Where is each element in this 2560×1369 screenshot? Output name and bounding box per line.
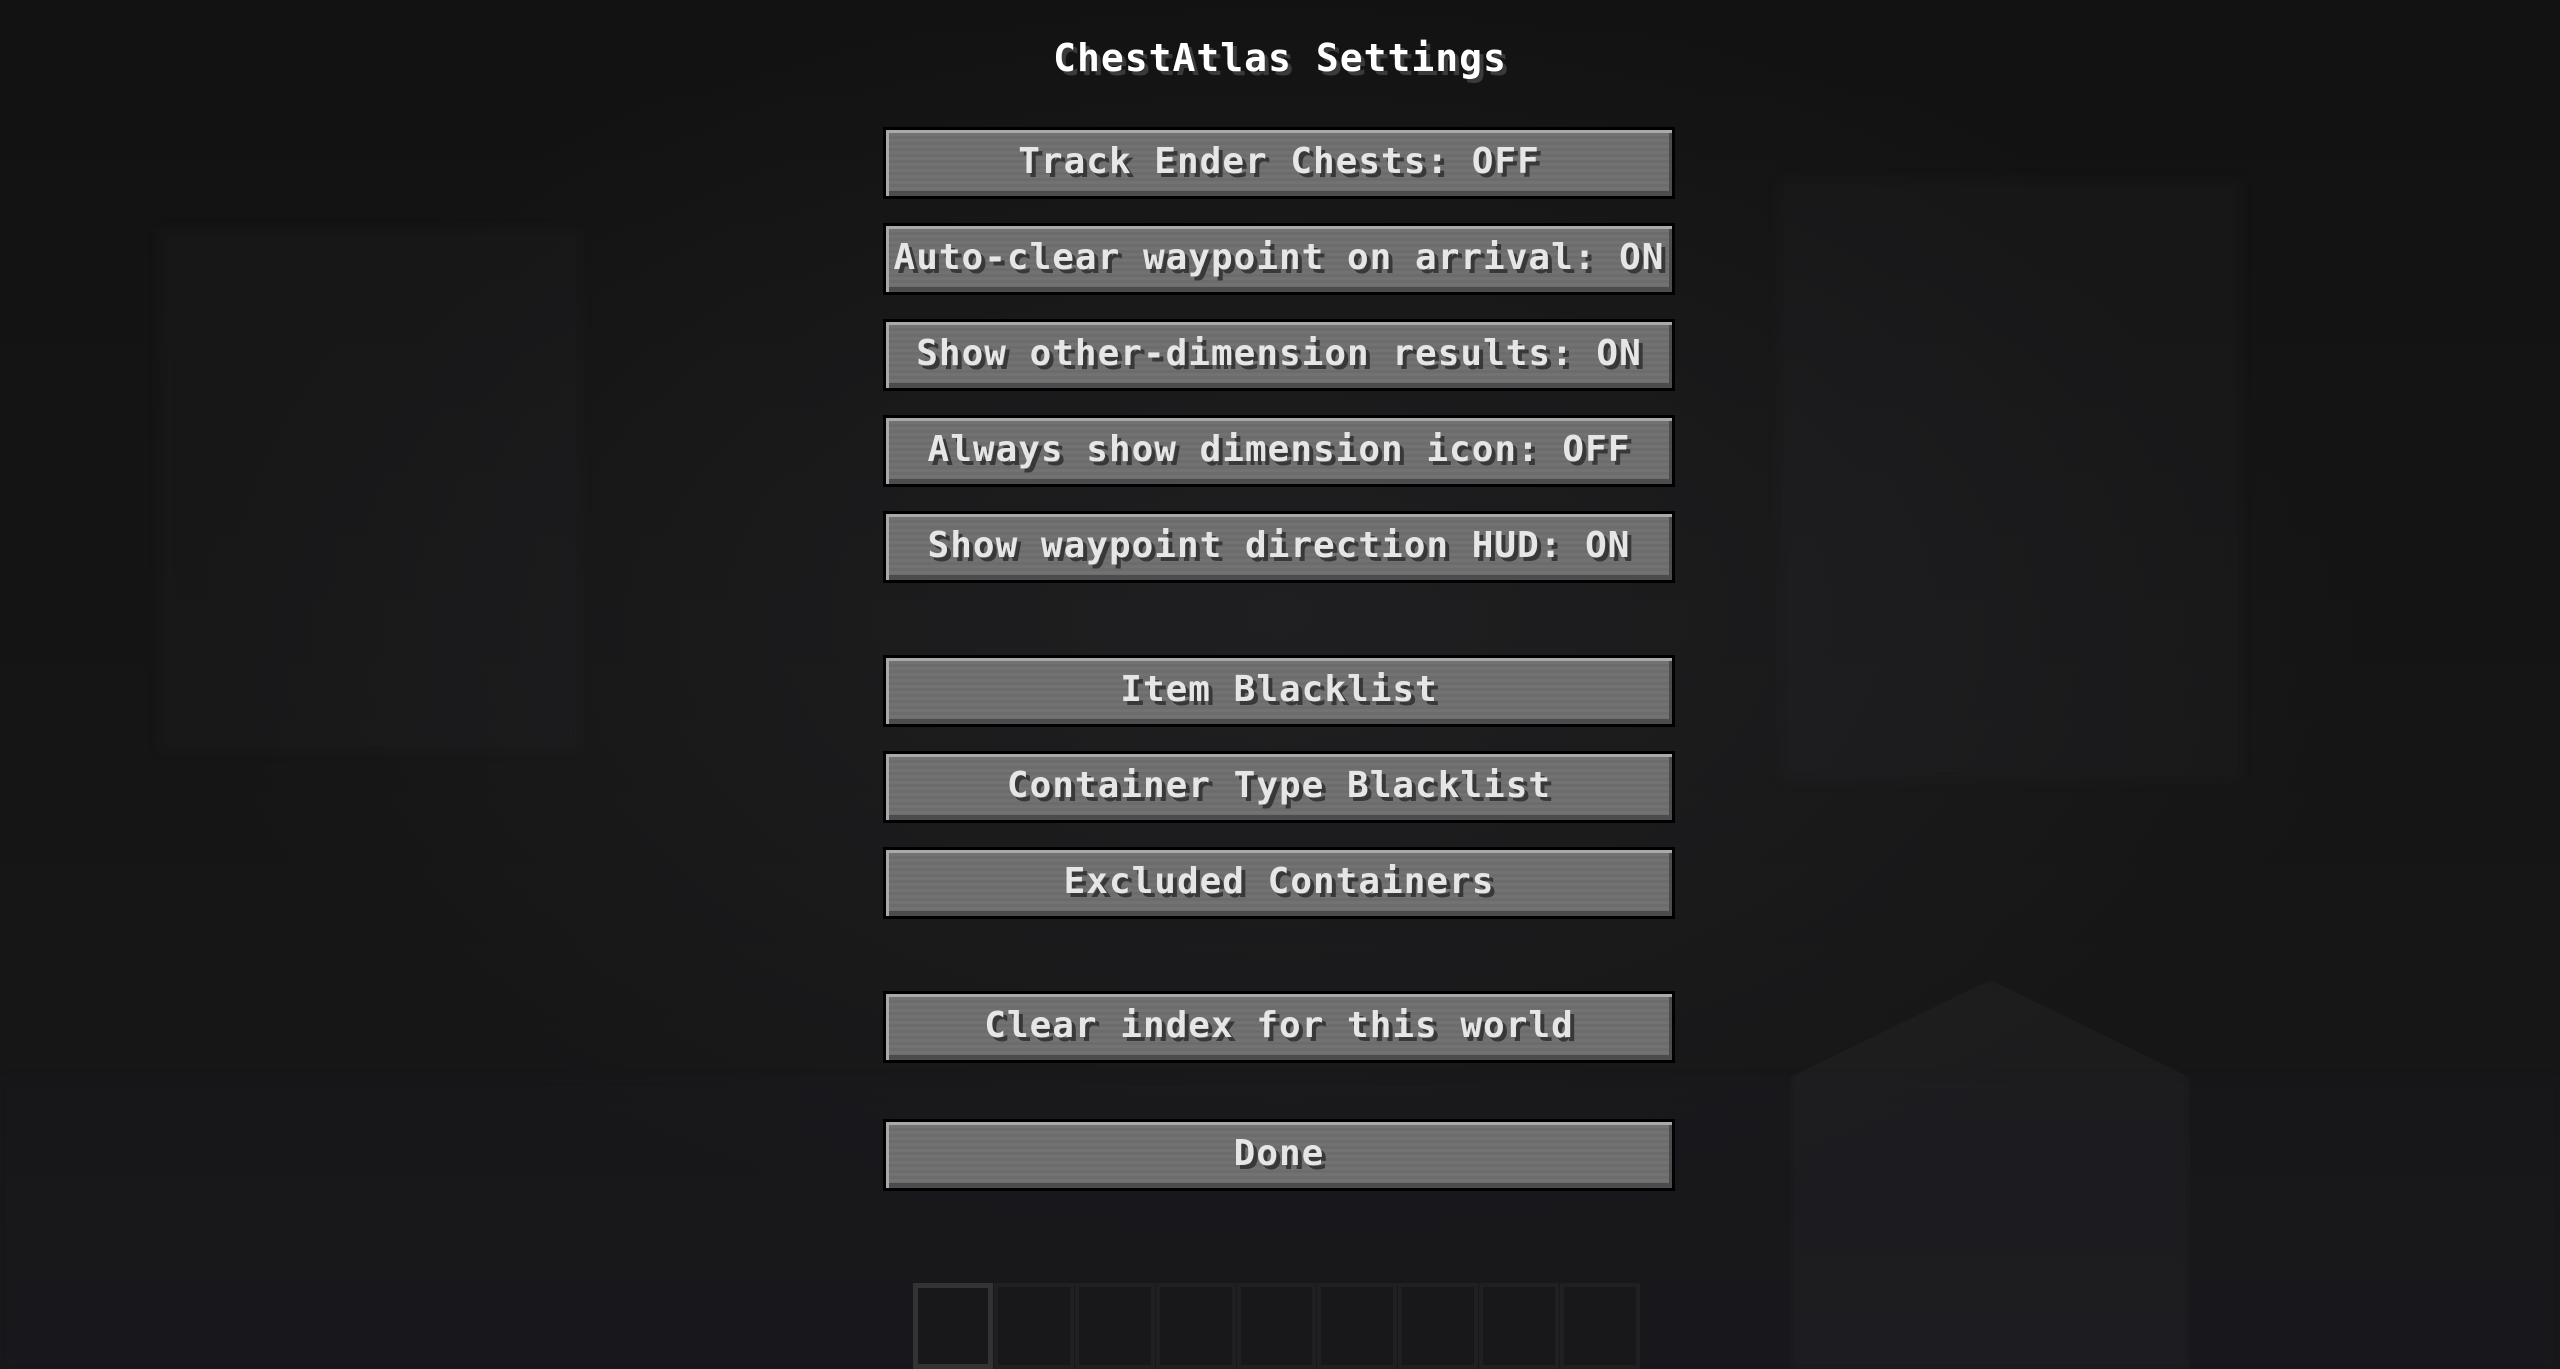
hotbar-slot [1317, 1283, 1398, 1369]
hotbar-slot [1155, 1283, 1236, 1369]
done-button[interactable]: Done [883, 1119, 1675, 1191]
button-label: Show waypoint direction HUD: ON [927, 525, 1631, 566]
background-world-shape [160, 230, 580, 750]
button-label: Show other-dimension results: ON [916, 333, 1642, 374]
hotbar-slot [1236, 1283, 1317, 1369]
button-label: Excluded Containers [1063, 861, 1495, 902]
hotbar-slot [1560, 1283, 1641, 1369]
screen-title: ChestAtlas Settings [1053, 36, 1507, 80]
hotbar-slot [1479, 1283, 1560, 1369]
item-blacklist-button[interactable]: Item Blacklist [883, 655, 1675, 727]
hotbar-slot [1074, 1283, 1155, 1369]
hotbar-slot [913, 1283, 993, 1369]
excluded-containers-button[interactable]: Excluded Containers [883, 847, 1675, 919]
show-other-dimension-toggle-button[interactable]: Show other-dimension results: ON [883, 319, 1675, 391]
hotbar [913, 1283, 1641, 1369]
button-label: Auto-clear waypoint on arrival: ON [893, 237, 1665, 278]
always-show-dimension-icon-toggle-button[interactable]: Always show dimension icon: OFF [883, 415, 1675, 487]
button-label: Container Type Blacklist [1006, 765, 1552, 806]
background-world-shape [1780, 180, 2240, 780]
hotbar-slot [993, 1283, 1074, 1369]
button-label: Item Blacklist [1120, 669, 1438, 710]
hotbar-slot [1398, 1283, 1479, 1369]
button-label: Track Ender Chests: OFF [1018, 141, 1540, 182]
button-label: Done [1233, 1133, 1325, 1174]
button-label: Clear index for this world [984, 1005, 1574, 1046]
clear-index-button[interactable]: Clear index for this world [883, 991, 1675, 1063]
settings-screen: ChestAtlas Settings Track Ender Chests: … [0, 0, 2560, 1369]
auto-clear-waypoint-toggle-button[interactable]: Auto-clear waypoint on arrival: ON [883, 223, 1675, 295]
show-waypoint-hud-toggle-button[interactable]: Show waypoint direction HUD: ON [883, 511, 1675, 583]
button-label: Always show dimension icon: OFF [927, 429, 1631, 470]
track-ender-chests-toggle-button[interactable]: Track Ender Chests: OFF [883, 127, 1675, 199]
container-type-blacklist-button[interactable]: Container Type Blacklist [883, 751, 1675, 823]
